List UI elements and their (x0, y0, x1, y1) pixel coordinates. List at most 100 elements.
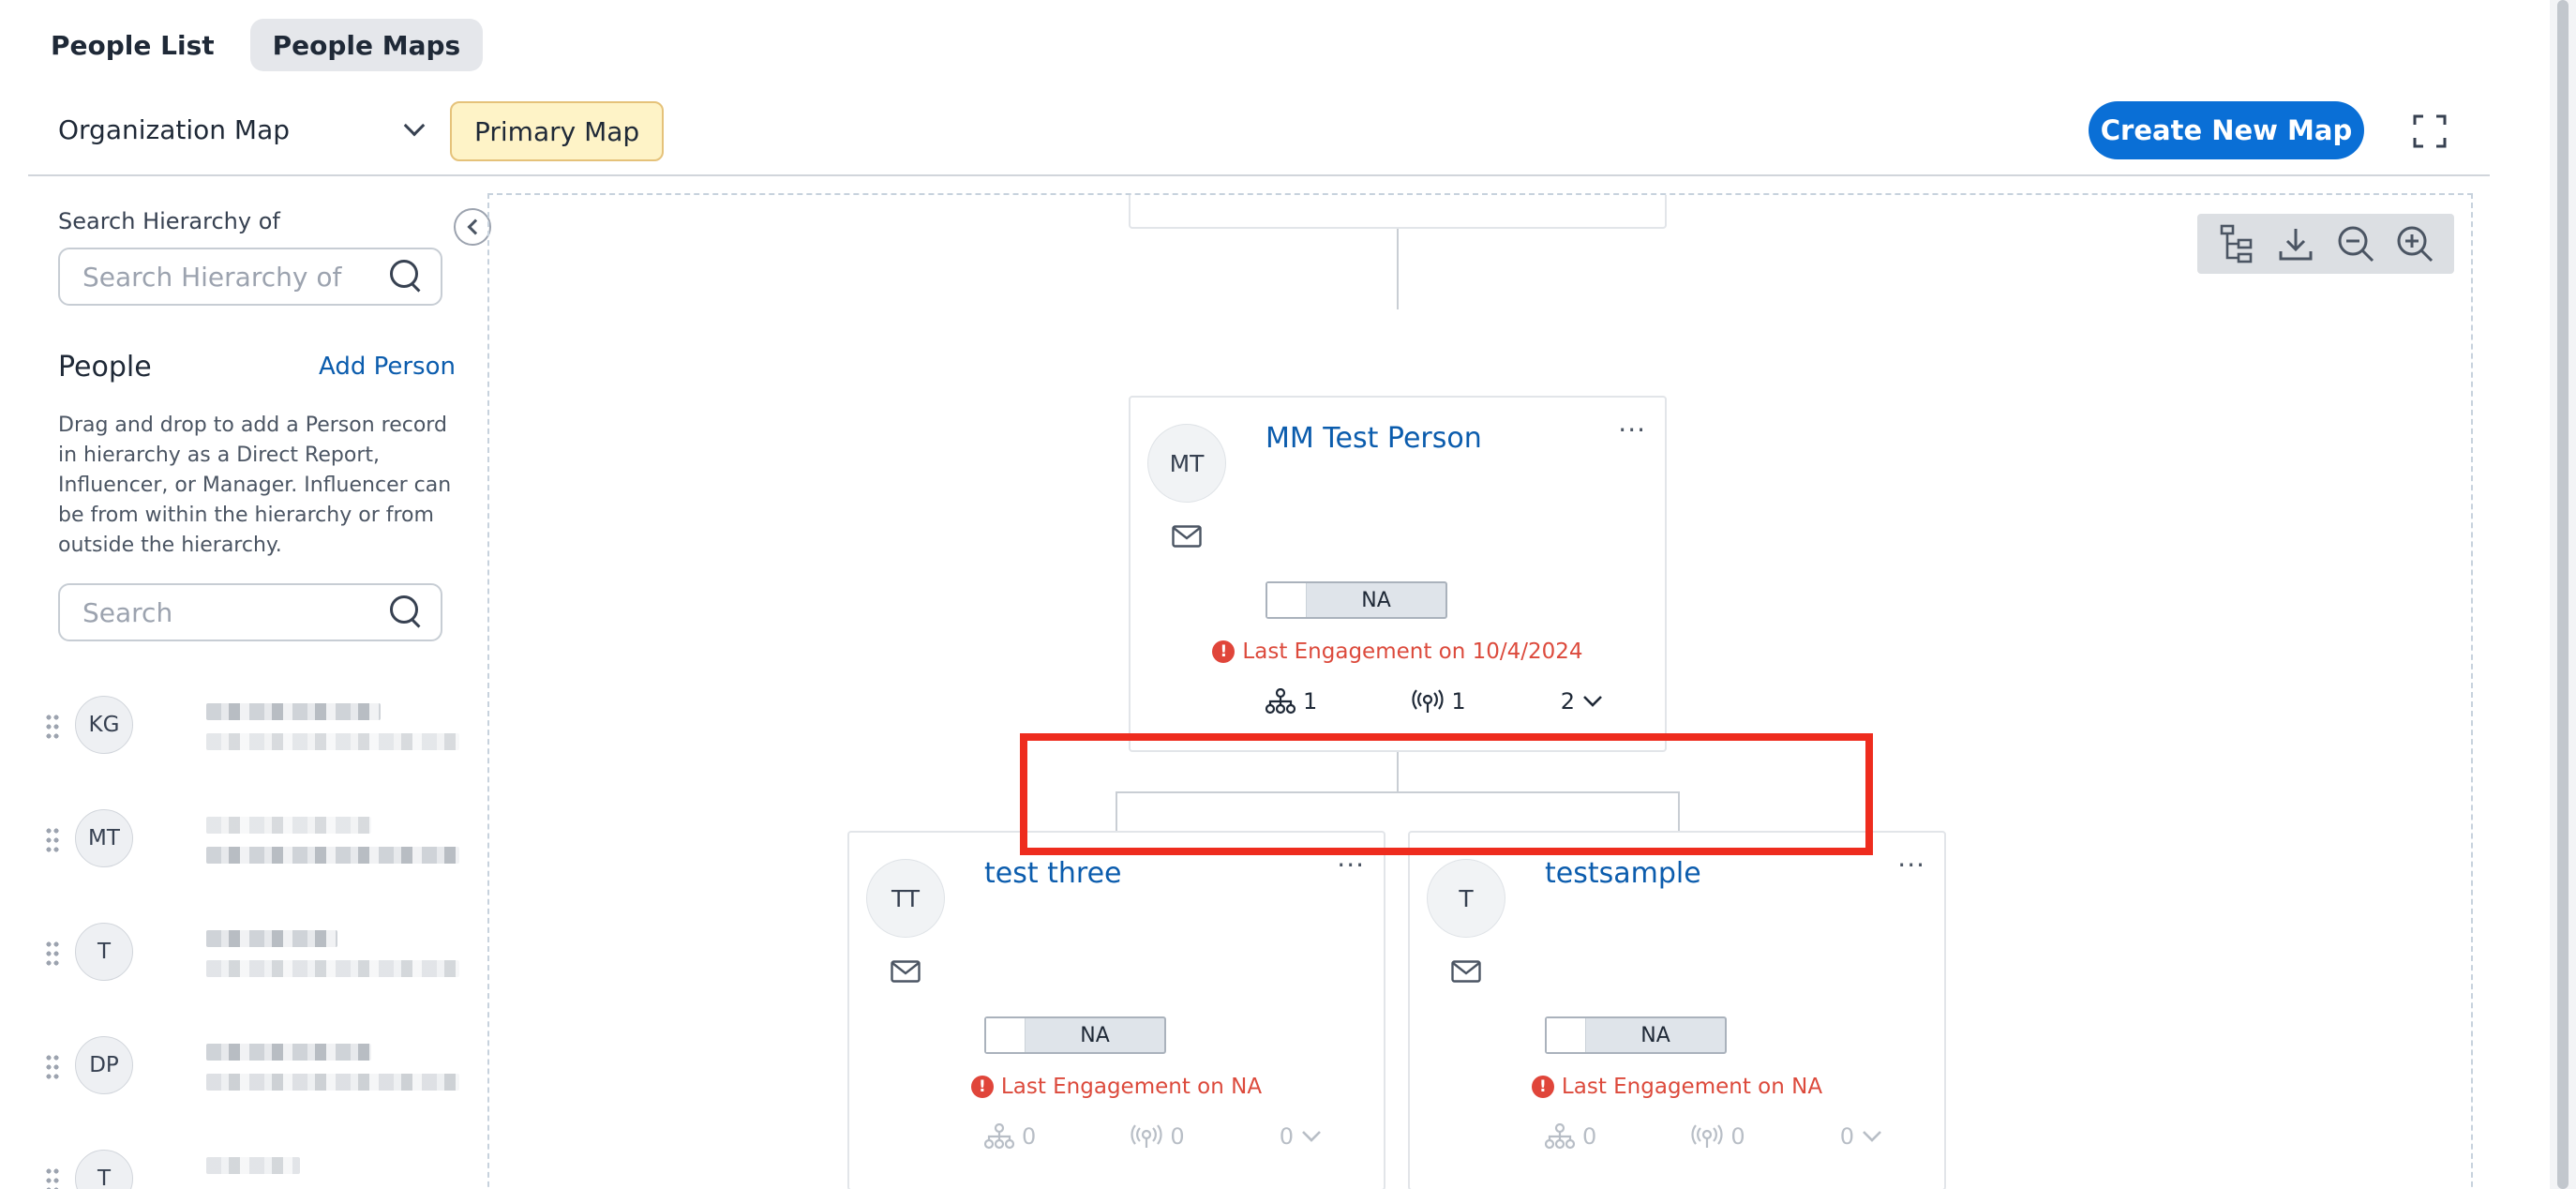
create-new-map-button[interactable]: Create New Map (2089, 101, 2364, 159)
direct-reports-count[interactable]: 0 (1545, 1123, 1596, 1150)
influencers-count[interactable]: 1 (1412, 688, 1466, 715)
influencers-count[interactable]: 0 (1691, 1123, 1745, 1150)
map-select[interactable]: Organization Map (58, 105, 433, 154)
status-toggle[interactable]: NA (1266, 581, 1447, 619)
drag-handle-icon[interactable] (45, 1166, 60, 1189)
hierarchy-icon (2220, 224, 2253, 263)
zoom-out-icon (2338, 226, 2374, 263)
fullscreen-icon[interactable] (2413, 114, 2447, 148)
person-name-link[interactable]: testsample (1545, 857, 1701, 890)
page-scrollbar[interactable] (2550, 0, 2576, 1189)
chevron-down-icon (1583, 696, 1602, 707)
zoom-out-button[interactable] (2335, 223, 2376, 264)
influencer-icon (1131, 1124, 1162, 1148)
primary-map-badge: Primary Map (450, 101, 665, 161)
redacted-name (206, 703, 381, 720)
list-item[interactable]: KG (45, 686, 459, 771)
redacted-name (206, 1157, 300, 1174)
last-engagement: ! Last Engagement on NA (1410, 1075, 1944, 1099)
redacted-name (206, 1044, 371, 1061)
alert-icon: ! (1212, 640, 1236, 663)
drag-handle-icon[interactable] (45, 713, 60, 741)
avatar: T (1427, 859, 1505, 938)
tab-people-maps[interactable]: People Maps (249, 19, 484, 71)
search-icon[interactable] (390, 260, 424, 293)
more-options-icon[interactable]: ··· (1897, 850, 1925, 880)
people-search-field[interactable] (58, 583, 442, 641)
more-options-icon[interactable]: ··· (1618, 414, 1646, 445)
scrollbar-thumb[interactable] (2557, 0, 2569, 1189)
avatar: KG (75, 696, 133, 754)
person-name-link[interactable]: MM Test Person (1266, 422, 1482, 455)
alert-icon: ! (970, 1076, 994, 1098)
last-engagement-text: Last Engagement on NA (1561, 1075, 1823, 1099)
mail-icon[interactable] (891, 960, 921, 983)
mail-icon[interactable] (1451, 960, 1481, 983)
list-item[interactable]: T (45, 1140, 457, 1189)
person-name-link[interactable]: test three (984, 857, 1122, 890)
list-item[interactable]: DP (45, 1027, 459, 1111)
redacted-detail (206, 960, 459, 977)
chevron-down-icon (1863, 1131, 1881, 1142)
card-stats: 0 0 0 (984, 1123, 1322, 1150)
direct-reports-count[interactable]: 0 (984, 1123, 1036, 1150)
expand-children-button[interactable]: 2 (1561, 688, 1603, 715)
person-card-testsample[interactable]: T testsample ··· NA ! Last Engagement on … (1408, 831, 1946, 1189)
people-search-input[interactable] (82, 596, 364, 628)
tab-people-list[interactable]: People List (28, 19, 237, 71)
redacted-detail (206, 847, 459, 864)
download-icon (2279, 229, 2313, 261)
chevron-left-icon (467, 218, 483, 235)
person-card-test-three[interactable]: TT test three ··· NA ! Last Engagement on… (847, 831, 1385, 1189)
download-button[interactable] (2275, 223, 2316, 264)
search-hierarchy-field[interactable] (58, 248, 442, 306)
chevron-down-icon (403, 114, 426, 137)
collapse-sidebar-button[interactable] (454, 208, 491, 246)
last-engagement-text: Last Engagement on 10/4/2024 (1242, 640, 1583, 664)
person-card-mm-test-person[interactable]: MT MM Test Person ··· NA ! Last Engagemen… (1129, 396, 1667, 752)
status-label: NA (1080, 1023, 1110, 1047)
avatar: T (75, 923, 133, 981)
redacted-detail (206, 1074, 459, 1091)
last-engagement-text: Last Engagement on NA (1000, 1075, 1263, 1099)
mail-icon[interactable] (1172, 525, 1202, 548)
chevron-down-icon (1302, 1131, 1321, 1142)
list-item[interactable]: MT (45, 800, 459, 884)
org-chart-icon (984, 1123, 1014, 1150)
map-select-value: Organization Map (58, 113, 290, 145)
drag-handle-icon[interactable] (45, 826, 60, 854)
redacted-name (206, 817, 371, 834)
zoom-in-button[interactable] (2394, 223, 2435, 264)
card-stats: 0 0 0 (1545, 1123, 1882, 1150)
expand-children-button[interactable]: 0 (1840, 1123, 1882, 1150)
direct-reports-count[interactable]: 1 (1266, 688, 1317, 715)
avatar: TT (866, 859, 945, 938)
add-person-link[interactable]: Add Person (319, 353, 456, 381)
drag-handle-icon[interactable] (45, 1053, 60, 1081)
people-heading: People (58, 351, 152, 384)
status-toggle[interactable]: NA (984, 1016, 1166, 1054)
avatar: MT (75, 809, 133, 867)
status-label: NA (1361, 588, 1391, 612)
search-hierarchy-input[interactable] (82, 261, 364, 293)
map-canvas[interactable]: MT MM Test Person ··· NA ! Last Engagemen… (487, 193, 2473, 1189)
top-tabs: People List People Maps (28, 19, 484, 71)
avatar: DP (75, 1036, 133, 1094)
org-chart-icon (1266, 688, 1295, 715)
status-toggle[interactable]: NA (1545, 1016, 1727, 1054)
influencer-icon (1412, 689, 1444, 713)
zoom-in-icon (2397, 226, 2434, 263)
expand-children-button[interactable]: 0 (1280, 1123, 1322, 1150)
influencers-count[interactable]: 0 (1131, 1123, 1185, 1150)
influencer-icon (1691, 1124, 1723, 1148)
parent-card[interactable] (1129, 195, 1667, 229)
card-stats: 1 1 2 (1266, 688, 1603, 715)
app: People List People Maps Organization Map… (0, 0, 2576, 1189)
drag-handle-icon[interactable] (45, 940, 60, 968)
list-item[interactable]: T (45, 913, 459, 998)
search-icon[interactable] (390, 595, 424, 629)
hierarchy-view-button[interactable] (2216, 223, 2257, 264)
connector-line (1397, 229, 1399, 309)
redacted-detail (206, 733, 459, 750)
status-label: NA (1640, 1023, 1670, 1047)
